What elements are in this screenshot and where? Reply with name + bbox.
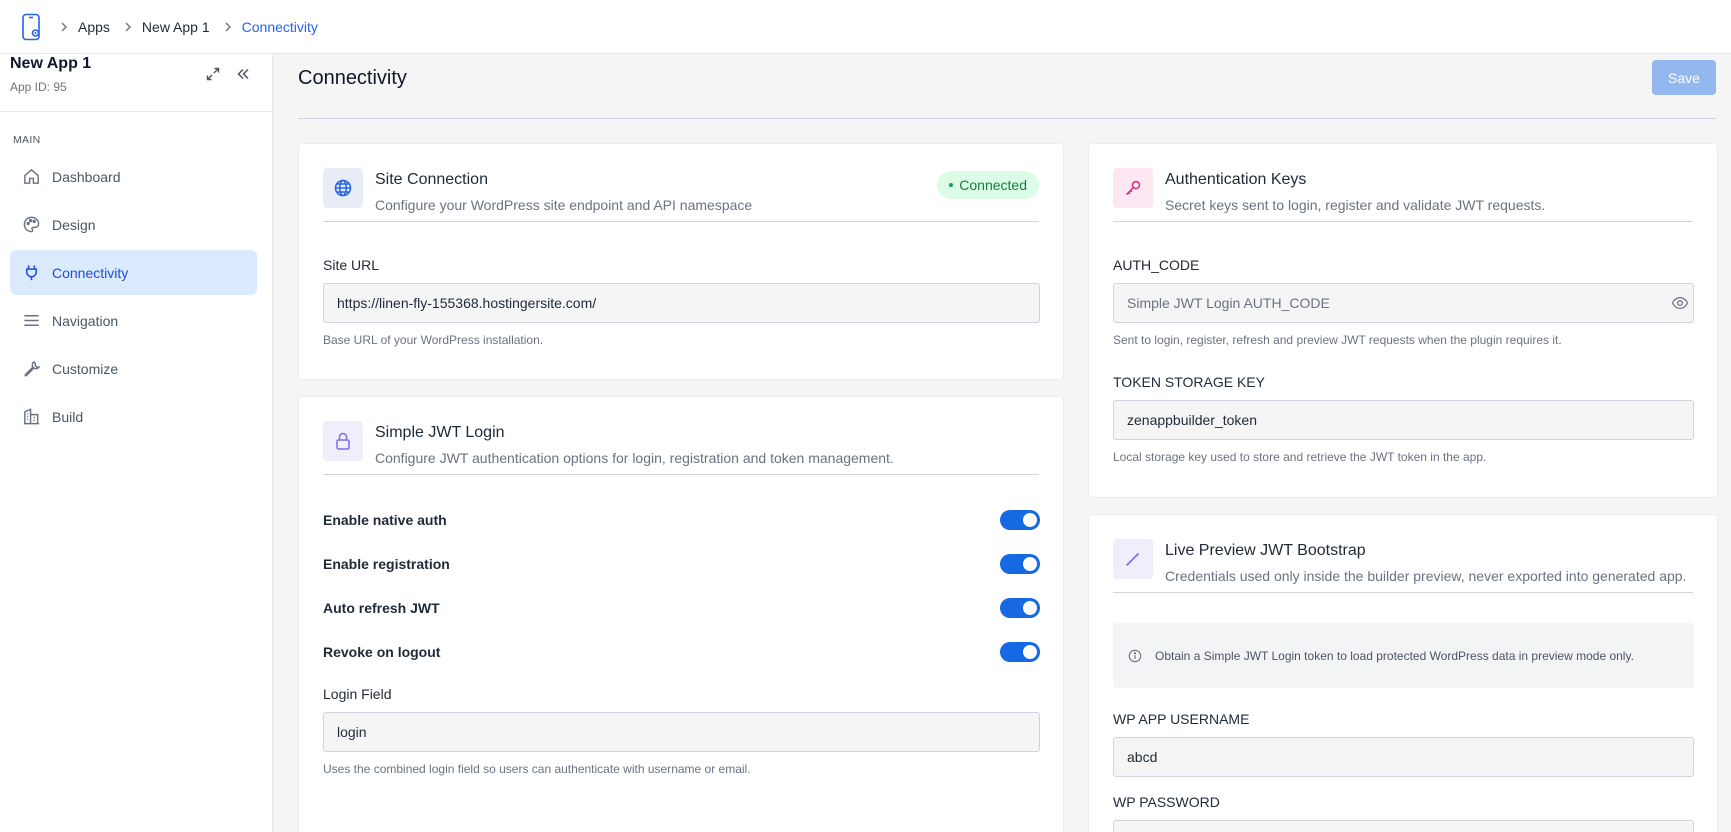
card-header: Site Connection Configure your WordPress… (323, 168, 1039, 222)
toggle-knob (1023, 645, 1037, 659)
save-button[interactable]: Save (1652, 60, 1716, 95)
info-box: Obtain a Simple JWT Login token to load … (1113, 623, 1694, 688)
auth-code-input[interactable] (1113, 283, 1694, 323)
sidebar-item-label: Dashboard (52, 168, 121, 185)
status-text: Connected (959, 177, 1027, 193)
sidebar-item-label: Customize (52, 360, 119, 377)
toggle-row-registration: Enable registration (323, 552, 1040, 576)
sidebar-item-navigation[interactable]: Navigation (10, 298, 257, 343)
wrench-icon (21, 359, 41, 379)
sidebar-item-customize[interactable]: Customize (10, 346, 257, 391)
card-header: Simple JWT Login Configure JWT authentic… (323, 421, 1039, 475)
eye-icon[interactable] (1670, 293, 1690, 313)
login-field-hint: Uses the combined login field so users c… (323, 762, 751, 776)
toggle-label: Revoke on logout (323, 644, 441, 660)
card-description: Credentials used only inside the builder… (1165, 568, 1687, 584)
chevron-right-icon (58, 21, 70, 33)
sidebar-item-build[interactable]: Build (10, 394, 257, 439)
sidebar-section-main: MAIN (13, 134, 41, 146)
sidebar-item-label: Build (52, 408, 84, 425)
card-title: Simple JWT Login (375, 424, 505, 441)
building-icon (21, 407, 41, 427)
breadcrumb: Apps New App 1 Connectivity (58, 19, 330, 35)
password-label: WP PASSWORD (1113, 794, 1220, 810)
sidebar: New App 1 App ID: 95 MAIN Dashboard Desi… (0, 54, 273, 832)
toggle-label: Enable registration (323, 556, 450, 572)
menu-icon (21, 311, 41, 331)
auto-refresh-toggle[interactable] (1000, 598, 1040, 618)
auth-keys-card: Authentication Keys Secret keys sent to … (1088, 143, 1718, 498)
token-key-input[interactable] (1113, 400, 1694, 440)
plug-icon (21, 263, 41, 283)
toggle-label: Auto refresh JWT (323, 600, 440, 616)
toggle-row-native-auth: Enable native auth (323, 508, 1040, 532)
toggle-knob (1023, 601, 1037, 615)
sidebar-header: New App 1 App ID: 95 (0, 54, 272, 112)
home-icon (21, 167, 41, 187)
top-bar: Apps New App 1 Connectivity (0, 0, 1731, 54)
page-title: Connectivity (298, 67, 407, 89)
password-input[interactable] (1113, 820, 1694, 832)
pencil-icon (1113, 539, 1153, 579)
login-field-label: Login Field (323, 686, 392, 702)
auth-code-hint: Sent to login, register, refresh and pre… (1113, 333, 1562, 347)
sidebar-item-dashboard[interactable]: Dashboard (10, 154, 257, 199)
card-description: Configure JWT authentication options for… (375, 450, 894, 466)
token-key-label: TOKEN STORAGE KEY (1113, 374, 1265, 390)
username-input[interactable] (1113, 737, 1694, 777)
toggle-knob (1023, 557, 1037, 571)
sidebar-item-label: Connectivity (52, 264, 129, 281)
registration-toggle[interactable] (1000, 554, 1040, 574)
site-url-input[interactable] (323, 283, 1040, 323)
breadcrumb-apps[interactable]: Apps (78, 19, 110, 35)
card-description: Configure your WordPress site endpoint a… (375, 197, 753, 213)
card-title: Live Preview JWT Bootstrap (1165, 542, 1366, 559)
jwt-login-card: Simple JWT Login Configure JWT authentic… (298, 396, 1064, 832)
toggle-label: Enable native auth (323, 512, 447, 528)
breadcrumb-current: Connectivity (241, 18, 318, 35)
lock-icon (323, 421, 363, 461)
card-title: Authentication Keys (1165, 171, 1307, 188)
card-header: Authentication Keys Secret keys sent to … (1113, 168, 1693, 222)
site-url-label: Site URL (323, 257, 380, 273)
collapse-sidebar-icon[interactable] (232, 63, 254, 85)
token-key-hint: Local storage key used to store and retr… (1113, 450, 1487, 464)
revoke-logout-toggle[interactable] (1000, 642, 1040, 662)
globe-icon (323, 168, 363, 208)
live-preview-card: Live Preview JWT Bootstrap Credentials u… (1088, 514, 1718, 832)
divider (298, 118, 1716, 119)
sidebar-item-label: Design (52, 216, 96, 233)
key-icon (1113, 168, 1153, 208)
site-connection-card: Site Connection Configure your WordPress… (298, 143, 1064, 380)
sidebar-nav: Dashboard Design Connectivity Navigation… (10, 154, 257, 442)
expand-icon[interactable] (202, 63, 224, 85)
sidebar-item-connectivity[interactable]: Connectivity (10, 250, 257, 295)
app-id: App ID: 95 (10, 80, 67, 94)
status-badge: Connected (937, 171, 1039, 199)
toggle-row-revoke-logout: Revoke on logout (323, 640, 1040, 664)
username-label: WP APP USERNAME (1113, 711, 1250, 727)
auth-code-label: AUTH_CODE (1113, 257, 1200, 273)
sidebar-item-label: Navigation (52, 312, 119, 329)
sidebar-item-design[interactable]: Design (10, 202, 257, 247)
main-content: Connectivity Save Site Connection Config… (274, 54, 1731, 832)
card-description: Secret keys sent to login, register and … (1165, 197, 1546, 213)
status-dot-icon (949, 183, 954, 187)
toggle-knob (1023, 513, 1037, 527)
toggle-row-auto-refresh: Auto refresh JWT (323, 596, 1040, 620)
chevron-right-icon (122, 21, 134, 33)
app-logo-icon[interactable] (20, 13, 44, 41)
breadcrumb-app[interactable]: New App 1 (142, 19, 210, 35)
info-text: Obtain a Simple JWT Login token to load … (1155, 648, 1634, 663)
info-icon (1127, 648, 1143, 664)
login-field-input[interactable] (323, 712, 1040, 752)
palette-icon (21, 215, 41, 235)
native-auth-toggle[interactable] (1000, 510, 1040, 530)
card-title: Site Connection (375, 171, 488, 188)
card-header: Live Preview JWT Bootstrap Credentials u… (1113, 539, 1693, 593)
site-url-hint: Base URL of your WordPress installation. (323, 333, 544, 347)
chevron-right-icon (222, 21, 234, 33)
app-name: New App 1 (10, 55, 92, 72)
